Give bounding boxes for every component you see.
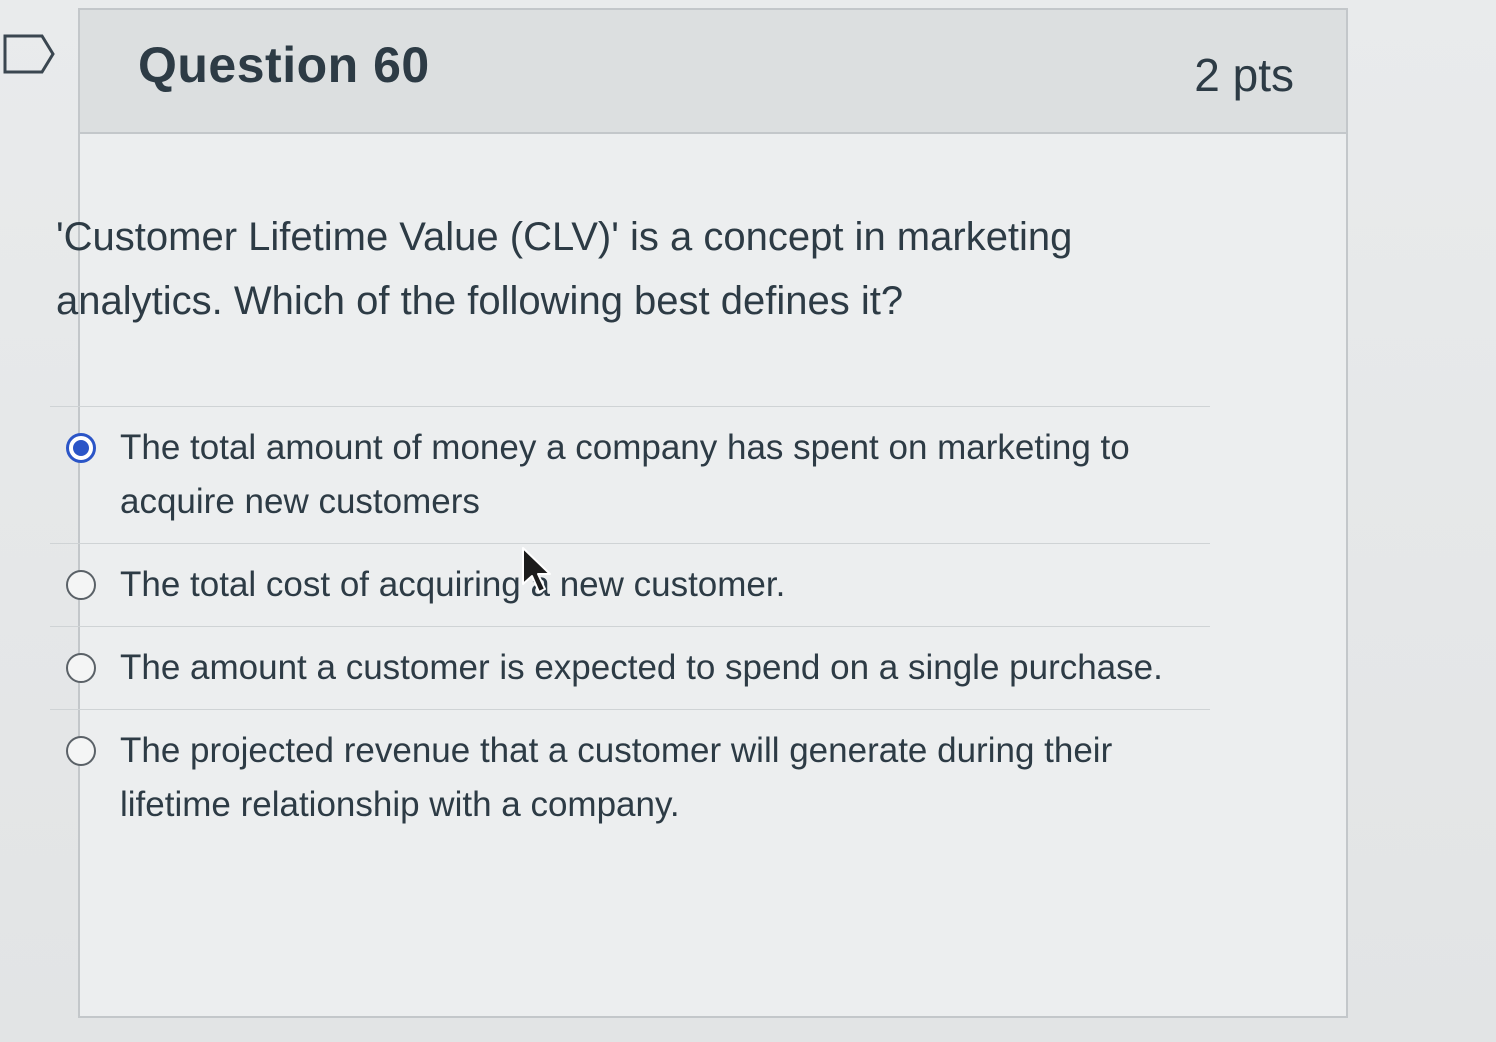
answer-option-2[interactable]: The total cost of acquiring a new custom… — [50, 544, 1210, 626]
radio-button[interactable] — [66, 570, 96, 600]
answer-option-3[interactable]: The amount a customer is expected to spe… — [50, 627, 1210, 709]
answer-label: The total amount of money a company has … — [120, 428, 1130, 521]
answer-option-4[interactable]: The projected revenue that a customer wi… — [50, 710, 1210, 846]
answer-label: The projected revenue that a customer wi… — [120, 731, 1113, 824]
answer-option-1[interactable]: The total amount of money a company has … — [50, 407, 1210, 543]
quiz-page: Question 60 2 pts 'Customer Lifetime Val… — [0, 0, 1496, 1042]
answer-label: The amount a customer is expected to spe… — [120, 648, 1163, 687]
question-title: Question 60 — [138, 37, 430, 93]
question-header: Question 60 2 pts — [80, 10, 1346, 134]
question-text: 'Customer Lifetime Value (CLV)' is a con… — [56, 215, 1073, 323]
radio-button-selected[interactable] — [66, 433, 96, 463]
answer-list: The total amount of money a company has … — [50, 406, 1210, 846]
mouse-pointer-icon — [522, 547, 551, 593]
radio-button[interactable] — [66, 736, 96, 766]
question-points: 2 pts — [1194, 49, 1294, 101]
flag-icon[interactable] — [2, 32, 56, 76]
radio-button[interactable] — [66, 653, 96, 683]
answer-label: The total cost of acquiring a new custom… — [120, 565, 786, 604]
